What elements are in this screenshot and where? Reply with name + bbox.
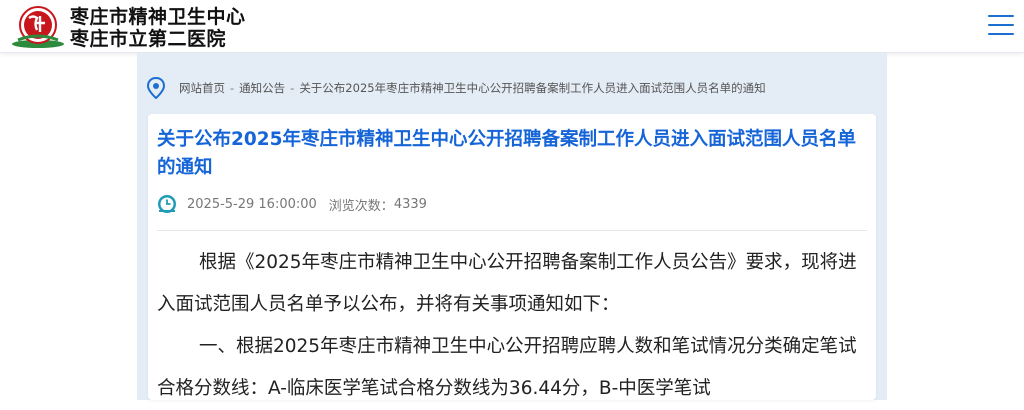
hospital-logo[interactable] [10,4,66,50]
brand-line-2: 枣庄市立第二医院 [70,28,227,50]
location-pin-icon [146,77,166,99]
body-paragraph: 一、根据2025年枣庄市精神卫生中心公开招聘应聘人数和笔试情况分类确定笔试合格分… [157,336,857,399]
article-meta: 2025-5-29 16:00:00 浏览次数： 4339 [157,193,427,215]
views-label: 浏览次数： [328,198,394,214]
clock-icon [158,195,176,213]
article-body: 根据《2025年枣庄市精神卫生中心公开招聘备案制工作人员公告》要求，现将进入面试… [157,242,869,410]
publish-date: 2025-5-29 16:00:00 [187,196,317,212]
hamburger-menu-icon[interactable] [988,15,1014,37]
meta-divider [157,230,867,231]
breadcrumb-current: 关于公布2025年枣庄市精神卫生中心公开招聘备案制工作人员进入面试范围人员名单的… [299,81,766,95]
brand-name[interactable]: 枣庄市精神卫生中心 枣庄市立第二医院 [70,6,246,50]
breadcrumb-separator: - [230,81,235,95]
body-paragraph: 根据《2025年枣庄市精神卫生中心公开招聘备案制工作人员公告》要求，现将进入面试… [157,252,857,315]
breadcrumb-section-link[interactable]: 通知公告 [239,80,285,96]
breadcrumb-separator: - [290,81,295,95]
article-card: 关于公布2025年枣庄市精神卫生中心公开招聘备案制工作人员进入面试范围人员名单的… [148,114,876,400]
views-count: 4339 [393,196,427,212]
article-title: 关于公布2025年枣庄市精神卫生中心公开招聘备案制工作人员进入面试范围人员名单的… [157,129,856,178]
top-bar: 枣庄市精神卫生中心 枣庄市立第二医院 [0,0,1024,53]
brand-line-1: 枣庄市精神卫生中心 [70,6,246,28]
breadcrumb: 网站首页 - 通知公告 - 关于公布2025年枣庄市精神卫生中心公开招聘备案制工… [146,77,766,99]
breadcrumb-home-link[interactable]: 网站首页 [179,80,225,96]
